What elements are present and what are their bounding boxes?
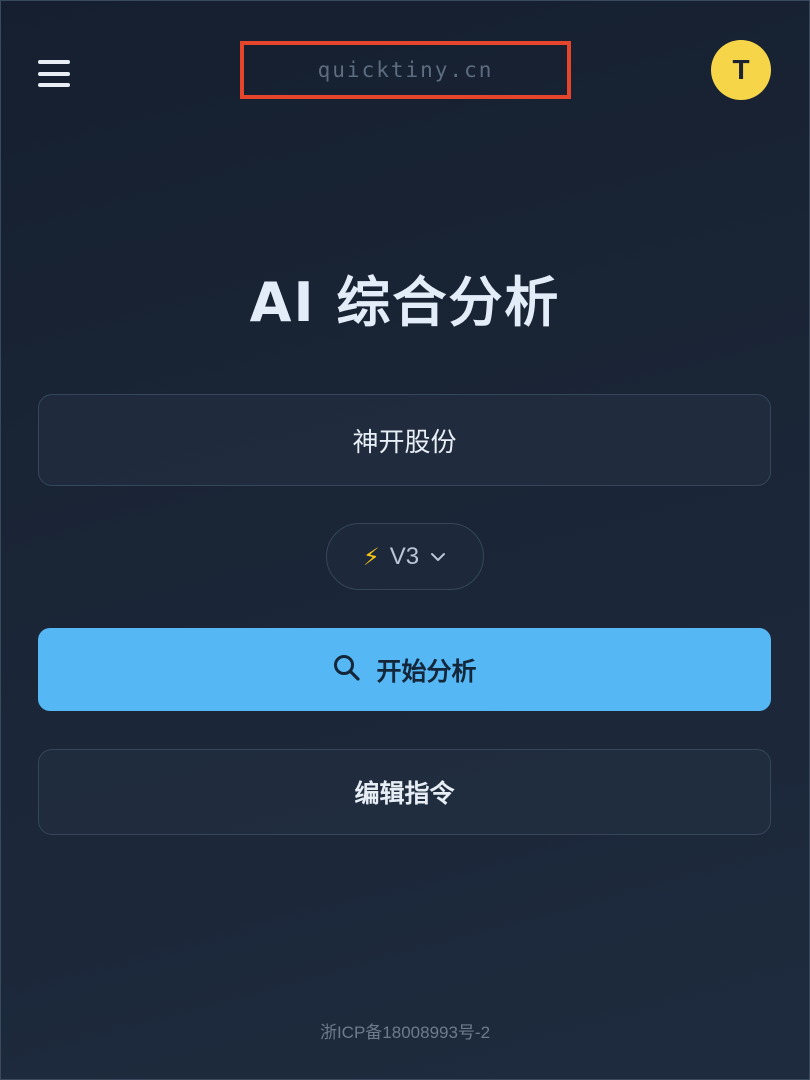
search-icon	[332, 653, 362, 687]
page-title: AI 综合分析	[249, 271, 561, 334]
version-selected-value: V3	[389, 542, 420, 570]
stock-name-input[interactable]	[38, 394, 771, 486]
lightning-bolt-icon: ⚡	[362, 542, 380, 571]
icp-footer[interactable]: 浙ICP备18008993号-2	[0, 1018, 810, 1043]
edit-instructions-label: 编辑指令	[354, 779, 455, 808]
site-logo[interactable]: quicktiny.cn	[318, 58, 494, 82]
edit-instructions-button[interactable]: 编辑指令	[38, 749, 771, 835]
start-analysis-button[interactable]: 开始分析	[38, 628, 771, 711]
chevron-down-icon	[429, 548, 447, 566]
menu-bar	[38, 71, 70, 76]
logo-highlight-box: quicktiny.cn	[240, 41, 571, 99]
menu-bar	[38, 83, 70, 87]
model-version-select[interactable]: ⚡ V3	[326, 523, 484, 590]
start-analysis-label: 开始分析	[376, 656, 477, 686]
menu-bar	[38, 60, 70, 64]
user-avatar[interactable]: T	[711, 40, 771, 100]
hamburger-menu-icon[interactable]	[38, 58, 70, 90]
